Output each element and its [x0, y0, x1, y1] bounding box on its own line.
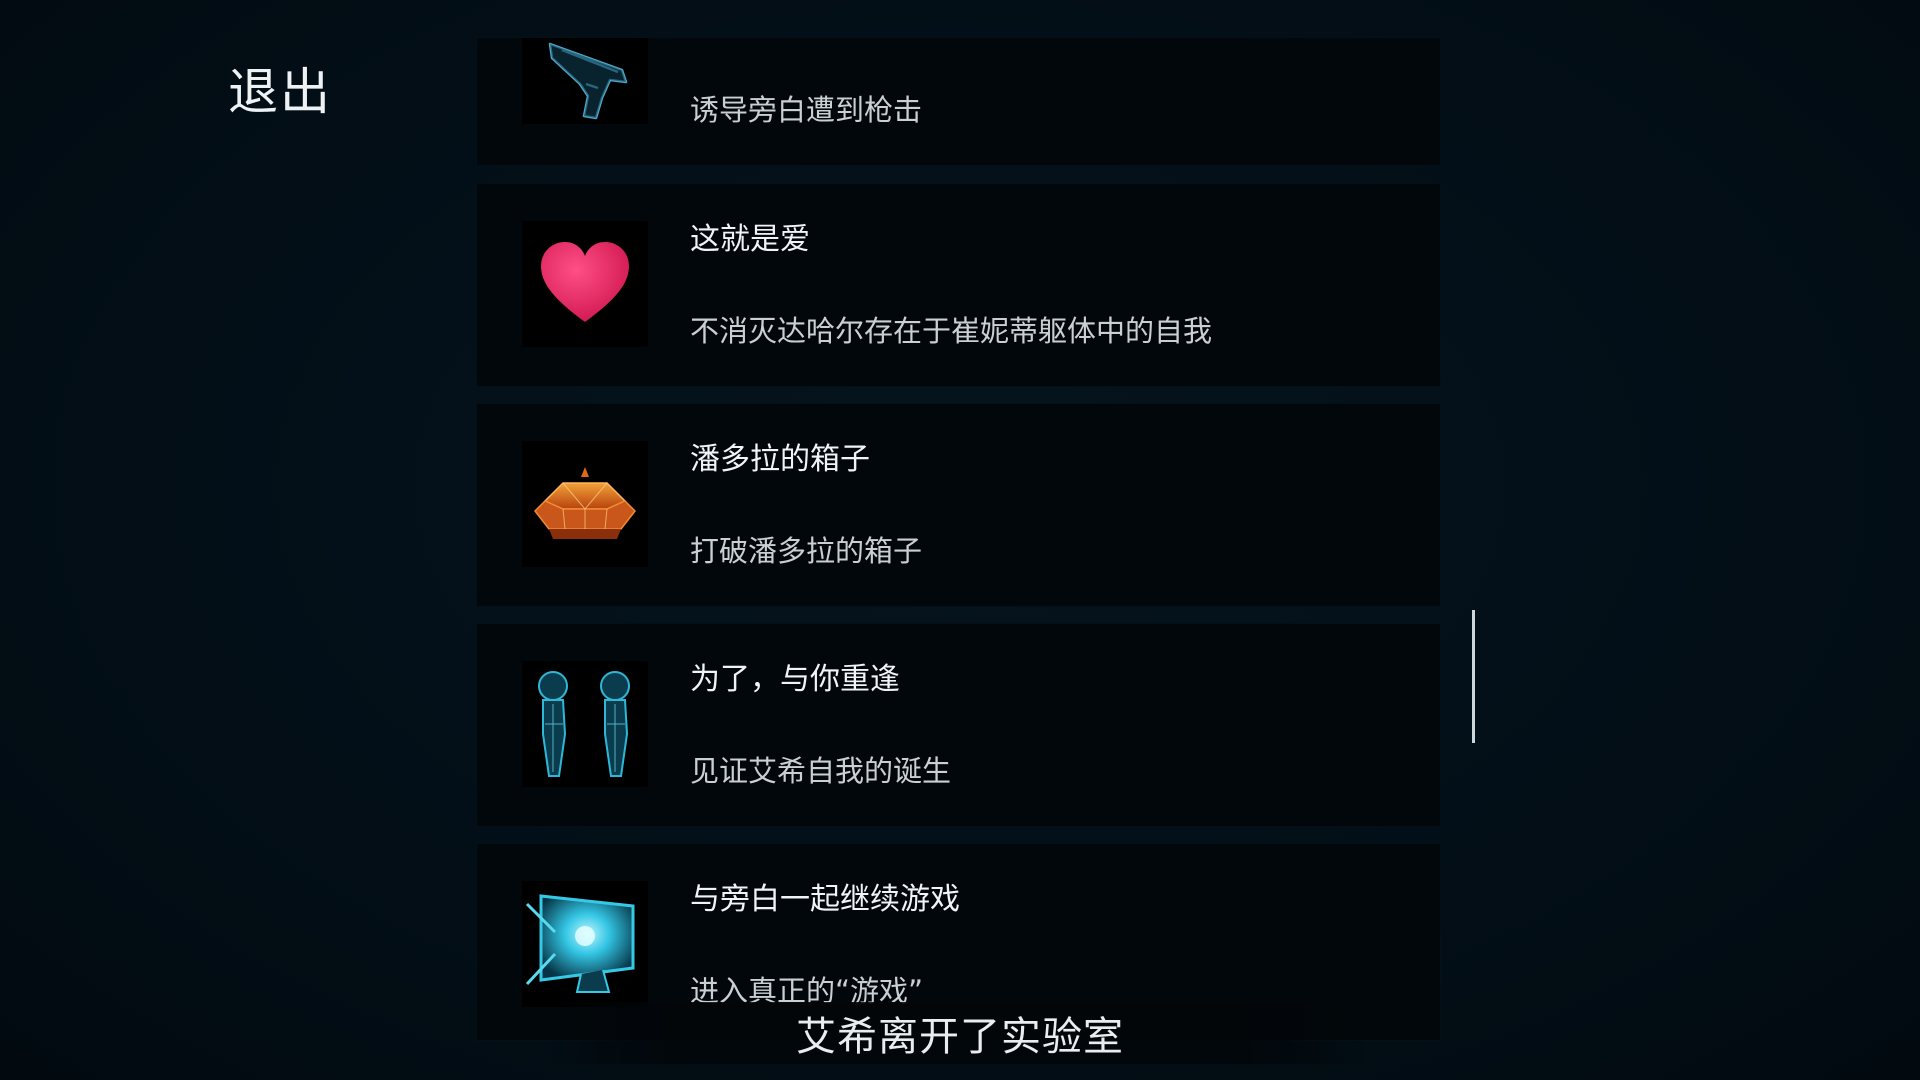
scrollbar[interactable] — [1472, 610, 1475, 743]
achievement-title: 为了，与你重逢 — [690, 662, 900, 697]
achievements-screen: 退出 诱导旁白遭到枪击 这就是爱 不消灭达哈尔存在于崔妮蒂躯体中的自我 潘多拉的… — [0, 0, 1920, 1080]
gun-icon — [522, 38, 648, 124]
achievement-title: 与旁白一起继续游戏 — [690, 882, 960, 917]
achievement-desc: 打破潘多拉的箱子 — [690, 534, 923, 568]
pandora-box-icon — [522, 441, 648, 567]
achievement-desc: 诱导旁白遭到枪击 — [690, 93, 923, 127]
achievement-item-pandora[interactable]: 潘多拉的箱子 打破潘多拉的箱子 — [477, 404, 1440, 606]
achievement-desc: 不消灭达哈尔存在于崔妮蒂躯体中的自我 — [690, 314, 1213, 348]
heart-icon — [522, 221, 648, 347]
achievement-item-reunion[interactable]: 为了，与你重逢 见证艾希自我的诞生 — [477, 624, 1440, 826]
twin-figures-icon — [522, 661, 648, 787]
achievement-item-shot[interactable]: 诱导旁白遭到枪击 — [477, 38, 1440, 165]
achievement-title: 这就是爱 — [690, 222, 810, 257]
achievement-title: 潘多拉的箱子 — [690, 442, 870, 477]
subtitle-text: 艾希离开了实验室 — [796, 1014, 1124, 1060]
achievement-item-love[interactable]: 这就是爱 不消灭达哈尔存在于崔妮蒂躯体中的自我 — [477, 184, 1440, 386]
exit-button[interactable]: 退出 — [228, 52, 332, 124]
achievement-desc: 见证艾希自我的诞生 — [690, 754, 952, 788]
monitor-icon — [522, 881, 648, 1007]
